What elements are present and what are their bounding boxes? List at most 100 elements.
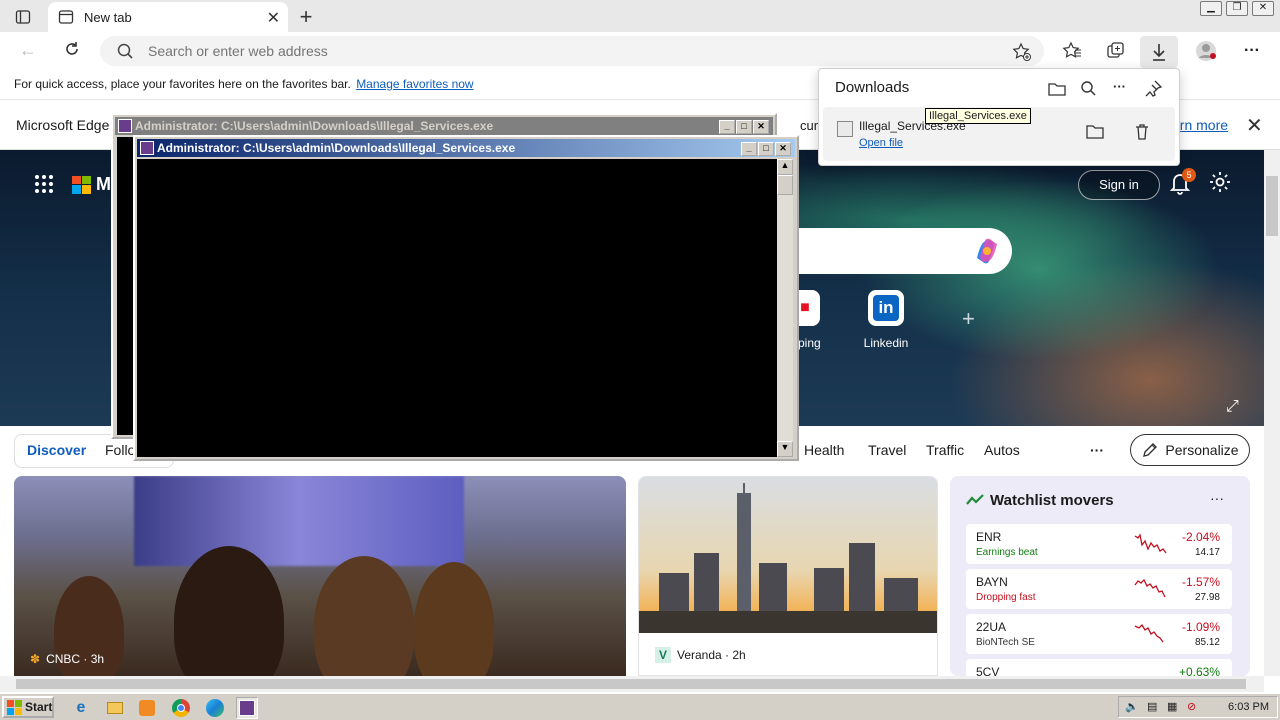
show-in-folder-icon[interactable] <box>1085 123 1105 141</box>
quick-link-linkedin[interactable]: in Linkedin <box>856 290 916 350</box>
sparkline-icon <box>1134 623 1164 643</box>
volume-icon[interactable]: 🔈 <box>1125 700 1139 713</box>
sign-in-button[interactable]: Sign in <box>1078 170 1160 200</box>
console-minimize-button[interactable]: _ <box>719 120 735 134</box>
sparkline-icon <box>1134 533 1167 554</box>
manage-favorites-link[interactable]: Manage favorites now <box>356 77 473 91</box>
scrollbar-thumb[interactable] <box>777 175 793 195</box>
system-tray: 🔈 ▤ ▦ ⊘ 6:03 PM <box>1118 696 1278 718</box>
stock-row[interactable]: 5CV +0.63% <box>966 659 1232 676</box>
stock-change: +0.63% <box>1178 665 1220 676</box>
console-output[interactable] <box>137 159 777 457</box>
taskbar-explorer-icon[interactable] <box>104 697 126 719</box>
restore-button[interactable]: ❐ <box>1226 1 1248 16</box>
scroll-up-button[interactable]: ▲ <box>777 159 793 175</box>
console-title-text: Administrator: C:\Users\admin\Downloads\… <box>157 141 516 155</box>
infobar-text: Microsoft Edge <box>16 117 110 133</box>
scrollbar-thumb[interactable] <box>1266 176 1278 236</box>
taskbar-ie-icon[interactable]: e <box>70 697 92 719</box>
new-tab-button[interactable]: + <box>294 4 318 30</box>
open-file-link[interactable]: Open file <box>859 137 903 149</box>
favorites-button[interactable] <box>1060 40 1084 62</box>
tab-discover[interactable]: Discover <box>27 442 86 458</box>
watchlist-more-button[interactable]: ··· <box>1210 490 1224 506</box>
stock-note: BioNTech SE <box>976 637 1035 648</box>
copilot-icon[interactable] <box>972 236 1002 266</box>
tab-health[interactable]: Health <box>804 442 844 458</box>
tab-actions-button[interactable] <box>10 6 36 28</box>
stock-row[interactable]: 22UA BioNTech SE -1.09% 85.12 <box>966 614 1232 654</box>
console-window-front[interactable]: Administrator: C:\Users\admin\Downloads\… <box>133 135 799 461</box>
learn-more-link[interactable]: arn more <box>1172 117 1228 133</box>
veranda-logo-icon: V <box>655 647 671 663</box>
tab-actions-icon <box>15 10 31 24</box>
add-favorite-icon[interactable] <box>1012 42 1032 62</box>
search-icon <box>117 43 133 59</box>
favorites-icon <box>1062 41 1081 58</box>
tab-new-tab[interactable]: New tab ✕ <box>48 2 288 32</box>
taskbar-edge-icon[interactable] <box>204 697 226 719</box>
taskbar-chrome-icon[interactable] <box>170 697 192 719</box>
scroll-down-button[interactable]: ▼ <box>777 441 793 457</box>
address-bar[interactable] <box>100 36 1044 66</box>
expand-background-icon[interactable]: ⤢ <box>1226 398 1239 416</box>
security-alert-icon[interactable]: ⊘ <box>1187 700 1196 713</box>
page-horizontal-scrollbar[interactable] <box>0 676 1264 692</box>
stock-change: -1.09% <box>1181 620 1220 634</box>
tab-autos[interactable]: Autos <box>984 442 1020 458</box>
city-skyline-image <box>639 477 937 633</box>
console-maximize-button[interactable]: □ <box>736 120 752 134</box>
stock-row[interactable]: ENR Earnings beat -2.04% 14.17 <box>966 524 1232 564</box>
address-input[interactable] <box>148 36 948 66</box>
console-title-bar[interactable]: Administrator: C:\Users\admin\Downloads\… <box>115 117 773 135</box>
console-close-button[interactable]: ✕ <box>753 120 769 134</box>
taskbar-console-app-icon[interactable] <box>236 697 258 719</box>
back-button[interactable]: ← <box>16 40 40 62</box>
console-title-bar[interactable]: Administrator: C:\Users\admin\Downloads\… <box>137 139 795 157</box>
profile-button[interactable] <box>1194 40 1218 62</box>
app-launcher-icon[interactable] <box>34 174 54 194</box>
start-button[interactable]: Start <box>2 696 54 718</box>
scrollbar-thumb[interactable] <box>16 679 1246 689</box>
refresh-button[interactable] <box>60 40 84 62</box>
web-search-box[interactable] <box>790 228 1012 274</box>
stock-symbol: 22UA <box>976 620 1007 634</box>
tab-close-icon[interactable]: ✕ <box>267 8 280 28</box>
tray-app-icon[interactable]: ▦ <box>1167 700 1177 713</box>
infobar-close-icon[interactable]: ✕ <box>1246 113 1263 138</box>
tab-following[interactable]: Follo <box>105 442 135 458</box>
windows-logo-icon <box>7 699 22 715</box>
taskbar-media-player-icon[interactable] <box>136 697 158 719</box>
news-card-main[interactable]: ✽ CNBC · 3h <box>14 476 626 676</box>
pin-icon[interactable] <box>1143 79 1163 99</box>
console-minimize-button[interactable]: _ <box>741 142 757 156</box>
news-card-city[interactable]: V Veranda · 2h <box>638 476 938 676</box>
console-app-icon <box>118 119 132 133</box>
feed-more-button[interactable]: ··· <box>1090 442 1104 458</box>
console-maximize-button[interactable]: □ <box>758 142 774 156</box>
collections-button[interactable] <box>1104 40 1128 62</box>
tab-traffic[interactable]: Traffic <box>926 442 964 458</box>
close-window-button[interactable]: ✕ <box>1252 1 1274 16</box>
more-options-icon[interactable]: ··· <box>1113 79 1133 99</box>
page-vertical-scrollbar[interactable] <box>1264 150 1280 676</box>
stock-row[interactable]: BAYN Dropping fast -1.57% 27.98 <box>966 569 1232 609</box>
network-icon[interactable]: ▤ <box>1147 700 1157 713</box>
delete-icon[interactable] <box>1133 123 1151 141</box>
add-quick-link-icon[interactable]: + <box>962 306 975 332</box>
settings-more-button[interactable]: ··· <box>1240 40 1264 62</box>
page-settings-gear-icon[interactable] <box>1208 170 1232 194</box>
tv-screen-image <box>134 476 464 566</box>
console-close-button[interactable]: ✕ <box>775 142 791 156</box>
minimize-button[interactable]: ▁ <box>1200 1 1222 16</box>
open-folder-icon[interactable] <box>1047 79 1067 99</box>
stock-change: -2.04% <box>1181 530 1220 544</box>
search-downloads-icon[interactable] <box>1079 79 1099 99</box>
console-scrollbar[interactable]: ▲ ▼ <box>777 159 793 457</box>
watchlist-card: Watchlist movers ··· ENR Earnings beat -… <box>950 476 1250 676</box>
downloads-button[interactable] <box>1140 36 1178 68</box>
notification-count-badge: 5 <box>1182 168 1196 182</box>
watchlist-title: Watchlist movers <box>990 492 1114 509</box>
personalize-button[interactable]: Personalize <box>1130 434 1250 466</box>
tab-travel[interactable]: Travel <box>868 442 906 458</box>
